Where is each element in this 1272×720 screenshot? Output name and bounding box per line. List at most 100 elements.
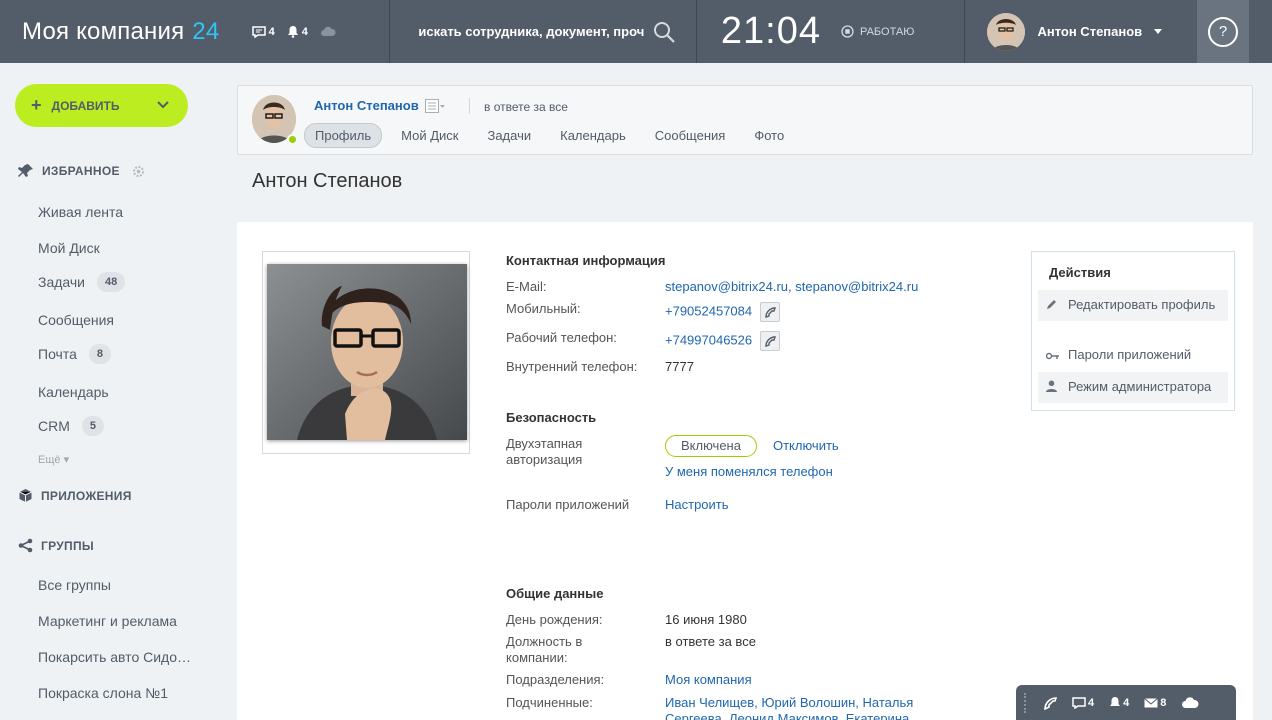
user-name: Антон Степанов (1037, 24, 1143, 39)
cloud-status[interactable] (320, 26, 336, 37)
sidebar-group-paint-elephant[interactable]: Покраска слона №1 (38, 685, 168, 701)
call-mobile-button[interactable] (759, 302, 780, 322)
actions-title: Действия (1049, 265, 1111, 280)
user-menu[interactable]: Антон Степанов (965, 0, 1197, 63)
apps-title[interactable]: ПРИЛОЖЕНИЯ (18, 488, 132, 503)
phone-icon (765, 307, 776, 318)
position-label: Должность в компании: (506, 634, 583, 665)
call-work-button[interactable] (759, 331, 780, 351)
twofa-disable-link[interactable]: Отключить (773, 438, 839, 453)
top-header: Моя компания 24 4 4 21:04 РАБОТАЮ Антон … (0, 0, 1272, 63)
cloud-icon (320, 26, 336, 36)
tab-profile[interactable]: Профиль (304, 123, 383, 148)
tasks-count-badge: 48 (97, 272, 126, 292)
internal-phone-value: 7777 (665, 359, 694, 374)
clock-time: 21:04 (720, 10, 821, 52)
list-menu-icon[interactable] (424, 98, 445, 113)
profile-tabs: Профиль Мой Диск Задачи Календарь Сообще… (304, 123, 803, 148)
help-button[interactable]: ? (1197, 0, 1249, 63)
cloud-status[interactable] (1181, 696, 1199, 709)
work-status[interactable]: РАБОТАЮ (841, 25, 914, 38)
profile-name-link[interactable]: Антон Степанов (314, 98, 445, 113)
work-phone-row: +74997046526 (665, 331, 780, 351)
sidebar-item-disk[interactable]: Мой Диск (38, 240, 100, 256)
sidebar-item-messages[interactable]: Сообщения (38, 312, 114, 328)
work-phone-link[interactable]: +74997046526 (665, 332, 752, 347)
sidebar-more-link[interactable]: Ещё ▾ (38, 453, 69, 466)
app-passwords-setup-link[interactable]: Настроить (665, 497, 729, 513)
email-label: E-Mail: (506, 279, 547, 294)
subordinates-links-line2[interactable]: Сергеева, Леонид Максимов, Екатерина (665, 711, 909, 720)
sidebar-item-mail[interactable]: Почта 8 (38, 344, 112, 364)
app-passwords-label: Пароли приложений (506, 497, 630, 512)
sidebar-group-paint-car[interactable]: Покарсить авто Сидо… (38, 649, 191, 665)
share-icon (18, 538, 33, 553)
notification-counter[interactable]: 4 (287, 25, 308, 38)
work-clock[interactable]: 21:04 РАБОТАЮ (697, 0, 965, 63)
help-icon: ? (1208, 16, 1239, 47)
subordinates-links[interactable]: Иван Челищев, Юрий Волошин, Наталья (665, 695, 913, 711)
mobile-phone-link[interactable]: +79052457084 (665, 303, 752, 318)
twofa-row: Включена Отключить (665, 435, 839, 457)
header-search (390, 0, 696, 63)
pin-icon (18, 164, 33, 177)
bottom-messenger-bar: 4 4 8 (1016, 685, 1236, 720)
sidebar-group-all[interactable]: Все группы (38, 577, 111, 593)
call-button[interactable] (1043, 696, 1057, 710)
sidebar-item-calendar[interactable]: Календарь (38, 384, 109, 400)
tab-calendar[interactable]: Календарь (550, 124, 636, 147)
cloud-icon (1182, 697, 1199, 708)
mail-counter[interactable]: 8 (1144, 697, 1166, 709)
tab-tasks[interactable]: Задачи (477, 124, 541, 147)
tab-messages[interactable]: Сообщения (645, 124, 736, 147)
plus-icon: + (31, 95, 42, 115)
mobile-row: +79052457084 (665, 302, 780, 322)
sidebar-item-crm[interactable]: CRM 5 (38, 416, 105, 436)
tab-disk[interactable]: Мой Диск (391, 124, 468, 147)
sidebar-item-tasks[interactable]: Задачи 48 (38, 272, 126, 292)
favorites-title[interactable]: ИЗБРАННОЕ (18, 163, 145, 179)
security-section-title: Безопасность (506, 410, 597, 425)
actions-panel: Действия Редактировать профиль Пароли пр… (1031, 251, 1235, 411)
page-title: Антон Степанов (252, 170, 403, 192)
profile-photo[interactable] (267, 264, 467, 440)
mail-count-badge: 8 (88, 344, 112, 364)
app-passwords-action[interactable]: Пароли приложений (1038, 340, 1228, 371)
chat-counter[interactable]: 4 (251, 26, 275, 38)
sidebar-group-marketing[interactable]: Маркетинг и реклама (38, 613, 177, 629)
phone-changed-link[interactable]: У меня поменялся телефон (665, 464, 833, 480)
key-icon (1045, 347, 1068, 364)
birthday-label: День рождения: (506, 612, 603, 627)
online-status-dot (287, 134, 298, 145)
add-button[interactable]: + ДОБАВИТЬ (15, 84, 188, 127)
mobile-label: Мобильный: (506, 301, 581, 316)
profile-role: в ответе за все (484, 100, 568, 114)
drag-handle-icon[interactable] (1024, 692, 1028, 713)
chevron-down-icon[interactable] (156, 97, 170, 111)
search-input[interactable] (418, 24, 645, 39)
email-value-link[interactable]: stepanov@bitrix24.ru, stepanov@bitrix24.… (665, 279, 918, 295)
avatar (987, 12, 1026, 51)
admin-mode-action[interactable]: Режим администратора (1038, 372, 1228, 403)
profile-avatar[interactable] (252, 95, 298, 145)
search-icon[interactable] (652, 20, 676, 44)
crm-count-badge: 5 (81, 416, 105, 436)
work-phone-label: Рабочий телефон: (506, 330, 617, 345)
tab-photo[interactable]: Фото (744, 124, 794, 147)
chat-counter[interactable]: 4 (1072, 697, 1094, 709)
department-link[interactable]: Моя компания (665, 672, 752, 688)
groups-title[interactable]: ГРУППЫ (18, 538, 94, 553)
user-icon (1046, 379, 1068, 396)
contact-section-title: Контактная информация (506, 253, 666, 268)
header-counters: 4 4 (251, 25, 390, 38)
pencil-icon (1046, 297, 1068, 314)
sidebar-item-feed[interactable]: Живая лента (38, 204, 123, 220)
bell-icon (1110, 697, 1121, 706)
edit-profile-action[interactable]: Редактировать профиль (1038, 290, 1228, 321)
logo-text: Моя компания (22, 17, 185, 45)
logo[interactable]: Моя компания 24 (0, 18, 252, 46)
position-value: в ответе за все (665, 634, 756, 649)
gear-icon[interactable] (132, 165, 145, 178)
internal-phone-label: Внутренний телефон: (506, 359, 638, 374)
notification-counter[interactable]: 4 (1109, 696, 1129, 709)
